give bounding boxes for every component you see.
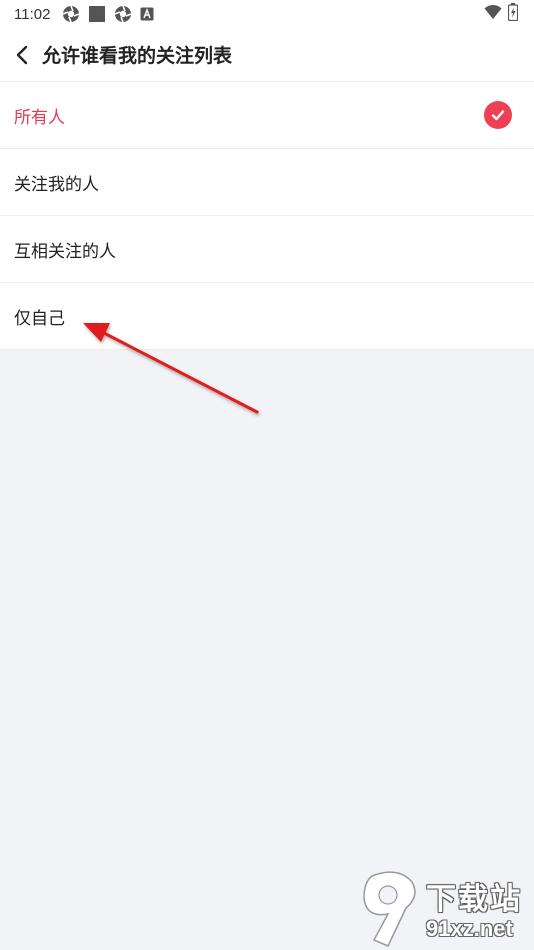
aperture-icon: [114, 5, 132, 23]
back-button[interactable]: [2, 28, 42, 82]
option-mutual-follows[interactable]: 互相关注的人: [0, 216, 534, 283]
option-label: 所有人: [14, 107, 65, 128]
battery-charging-icon: [507, 3, 519, 25]
chevron-left-icon: [16, 45, 28, 64]
option-everyone[interactable]: 所有人: [0, 82, 534, 149]
header: 允许谁看我的关注列表: [0, 28, 534, 82]
privacy-option-list: 所有人 关注我的人 互相关注的人 仅自己: [0, 82, 534, 350]
a-badge-icon: [140, 7, 154, 21]
square-icon: [88, 5, 106, 23]
aperture-icon: [62, 5, 80, 23]
option-only-me[interactable]: 仅自己: [0, 283, 534, 350]
status-time: 11:02: [14, 5, 51, 23]
option-label: 仅自己: [14, 308, 65, 329]
option-label: 互相关注的人: [14, 241, 116, 262]
status-bar: 11:02: [0, 0, 534, 28]
page-title: 允许谁看我的关注列表: [42, 45, 233, 67]
check-icon: [484, 101, 512, 129]
option-label: 关注我的人: [14, 174, 99, 195]
option-followers[interactable]: 关注我的人: [0, 149, 534, 216]
watermark: 下载站 91xz.net: [358, 866, 534, 950]
wifi-icon: [484, 4, 502, 24]
site-logo-icon: [363, 871, 416, 947]
watermark-main: 下载站: [426, 882, 522, 917]
watermark-sub: 91xz.net: [426, 916, 513, 941]
status-right: [484, 0, 519, 28]
